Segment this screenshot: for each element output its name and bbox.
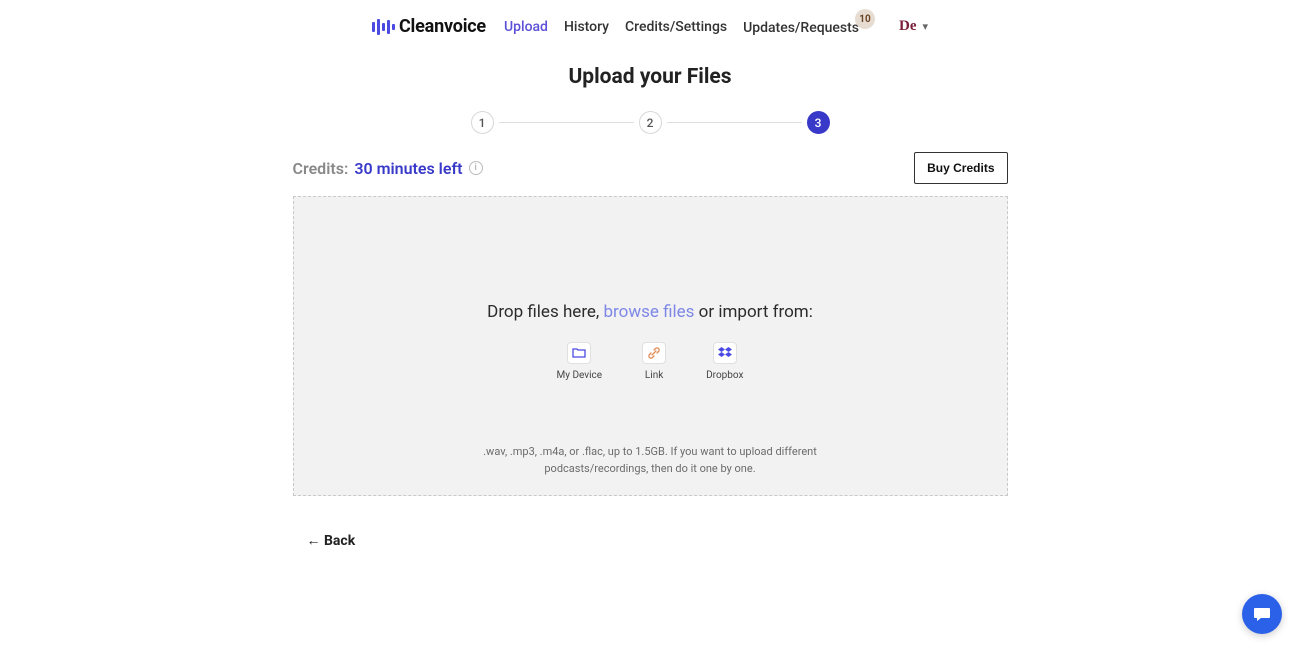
buy-credits-button[interactable]: Buy Credits	[914, 152, 1007, 184]
import-sources: My Device Link Dropbox	[557, 342, 744, 381]
back-link[interactable]: ← Back	[307, 533, 356, 549]
source-dropbox[interactable]: Dropbox	[706, 342, 743, 381]
step-line	[499, 122, 634, 123]
source-label: Link	[645, 370, 663, 381]
step-2[interactable]: 2	[639, 111, 662, 134]
stepper: 1 2 3	[293, 111, 1008, 134]
source-label: Dropbox	[706, 370, 743, 381]
folder-icon	[567, 342, 591, 364]
source-link[interactable]: Link	[642, 342, 666, 381]
nav-upload[interactable]: Upload	[504, 19, 548, 35]
dropzone-suffix: or import from:	[694, 302, 812, 322]
step-line	[667, 122, 802, 123]
dropzone-text: Drop files here, browse files or import …	[487, 302, 813, 322]
logo[interactable]: Cleanvoice	[372, 16, 486, 37]
chat-button[interactable]	[1242, 594, 1282, 634]
nav-updates-requests[interactable]: Updates/Requests	[743, 20, 859, 36]
dropzone-hint: .wav, .mp3, .m4a, or .flac, up to 1.5GB.…	[450, 444, 850, 477]
step-3[interactable]: 3	[807, 111, 830, 134]
browse-files-link[interactable]: browse files	[604, 302, 695, 322]
nav-menu: Upload History Credits/Settings Updates/…	[504, 17, 859, 36]
dropbox-icon	[713, 342, 737, 364]
dropzone[interactable]: Drop files here, browse files or import …	[293, 196, 1008, 496]
link-icon	[642, 342, 666, 364]
header: Cleanvoice Upload History Credits/Settin…	[0, 0, 1300, 51]
chat-icon	[1252, 604, 1272, 624]
credits-label: Credits:	[293, 159, 349, 178]
dropzone-prefix: Drop files here,	[487, 302, 603, 322]
source-my-device[interactable]: My Device	[557, 342, 603, 381]
chevron-down-icon: ▾	[922, 20, 928, 33]
nav-credits-settings[interactable]: Credits/Settings	[625, 19, 727, 35]
info-icon[interactable]: i	[469, 161, 483, 175]
user-menu[interactable]: De ▾	[899, 18, 928, 35]
logo-bars-icon	[372, 19, 395, 35]
step-1[interactable]: 1	[471, 111, 494, 134]
page-title: Upload your Files	[293, 65, 1008, 89]
source-label: My Device	[557, 370, 603, 381]
logo-text: Cleanvoice	[399, 16, 486, 37]
credits-display: Credits: 30 minutes left i	[293, 159, 483, 178]
user-avatar-label: De	[899, 18, 917, 35]
credits-value: 30 minutes left	[354, 159, 462, 178]
notification-badge: 10	[855, 9, 875, 29]
nav-history[interactable]: History	[564, 19, 609, 35]
